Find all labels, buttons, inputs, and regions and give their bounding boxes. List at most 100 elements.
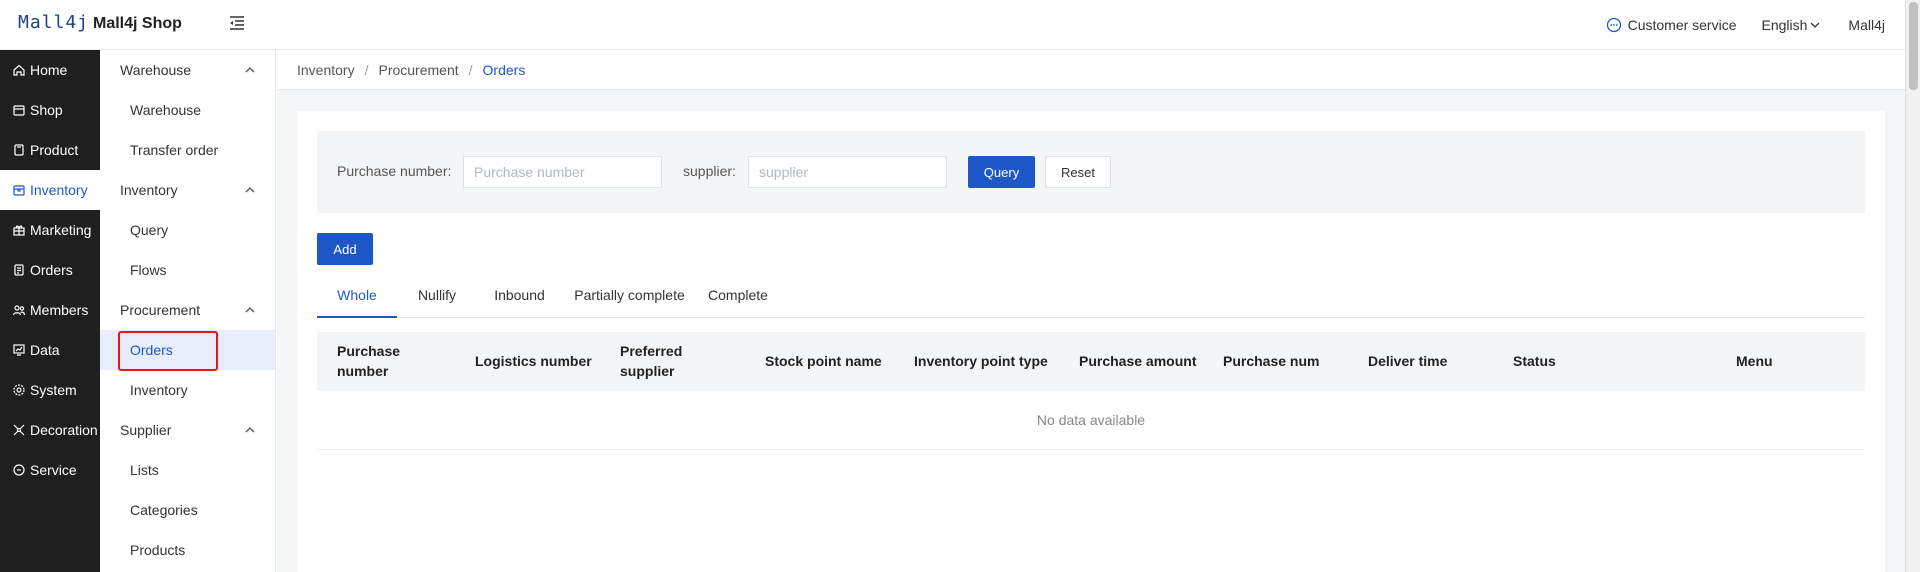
subnav-item-orders[interactable]: Orders [100,330,275,371]
highlight-box [118,331,218,371]
orders-table: Purchase number Logistics number Preferred… [317,332,1865,450]
purchase-number-input[interactable] [463,156,662,188]
subnav-group-warehouse[interactable]: Warehouse [100,50,275,90]
nav-item-decoration[interactable]: Decoration [0,410,100,450]
subnav-item-label: Inventory [130,382,188,398]
breadcrumb: Inventory / Procurement / Orders [277,50,1905,90]
nav-item-label: Shop [30,102,63,118]
subnav-item-categories[interactable]: Categories [100,490,275,530]
purchase-number-label: Purchase number: [337,163,452,179]
breadcrumb-orders: Orders [482,61,526,78]
nav-item-label: Product [30,142,79,158]
chevron-up-icon [245,307,255,313]
content-panel: Purchase number: supplier: Query Reset A… [297,111,1885,572]
subnav-group-label: Supplier [120,422,172,438]
chevron-up-icon [245,427,255,433]
chat-bubble-icon [1606,17,1621,33]
chevron-down-icon [1810,22,1820,28]
breadcrumb-procurement[interactable]: Procurement [378,62,458,78]
user-menu[interactable]: Mall4j [1848,17,1885,33]
tab-inbound[interactable]: Inbound [477,278,562,318]
subnav-group-label: Inventory [120,182,178,198]
column-header-purchase-number: Purchase number [337,343,401,379]
tab-partially-complete[interactable]: Partially complete [562,278,697,318]
empty-state: No data available [317,390,1865,450]
tab-complete[interactable]: Complete [697,278,779,318]
nav-item-shop[interactable]: Shop [0,90,100,130]
supplier-input[interactable] [748,156,947,188]
subnav-item-label: Transfer order [130,142,219,158]
add-button[interactable]: Add [317,233,373,265]
subnav-item-warehouse[interactable]: Warehouse [100,90,275,130]
logo: Mall4j [18,12,90,33]
customer-service-label: Customer service [1627,17,1737,33]
home-icon [13,64,25,76]
nav-item-marketing[interactable]: Marketing [0,210,100,250]
subnav-group-supplier[interactable]: Supplier [100,410,275,450]
subnav-group-inventory[interactable]: Inventory [100,170,275,210]
shop-name: Mall4j Shop [93,15,182,32]
nav-item-label: Home [30,62,68,78]
members-icon [12,305,26,316]
nav-item-label: Inventory [30,182,88,198]
nav-item-label: Data [30,342,60,358]
supplier-label: supplier: [683,163,736,179]
column-header-stock-point-name: Stock point name [765,353,882,369]
subnav-group-procurement[interactable]: Procurement [100,290,275,330]
column-header-status: Status [1513,353,1556,369]
secondary-sidebar: Warehouse Warehouse Transfer order Inventor… [100,50,276,572]
nav-item-members[interactable]: Members [0,290,100,330]
reset-button[interactable]: Reset [1045,156,1111,188]
breadcrumb-separator: / [364,61,369,78]
palette-icon [13,424,25,436]
shop-icon [13,105,25,116]
nav-item-label: System [30,382,77,398]
gear-icon [13,384,25,396]
nav-item-service[interactable]: Service [0,450,100,490]
nav-item-label: Members [30,302,89,318]
breadcrumb-separator: / [468,61,473,78]
subnav-item-label: Products [130,542,186,558]
nav-item-label: Service [30,462,77,478]
subnav-item-query[interactable]: Query [100,210,275,250]
gift-icon [13,225,25,236]
language-selector[interactable]: English [1762,17,1821,33]
chart-icon [13,344,25,356]
breadcrumb-inventory[interactable]: Inventory [297,62,355,78]
subnav-item-label: Flows [130,262,167,278]
subnav-item-transfer-order[interactable]: Transfer order [100,130,275,170]
subnav-item-label: Lists [130,462,159,478]
nav-item-system[interactable]: System [0,370,100,410]
nav-item-label: Marketing [30,222,92,238]
query-button[interactable]: Query [968,156,1035,188]
nav-item-home[interactable]: Home [0,50,100,90]
tab-whole[interactable]: Whole [317,278,397,318]
column-header-purchase-amount: Purchase amount [1079,353,1197,369]
table-header: Purchase number Logistics number Preferred… [317,332,1865,390]
column-header-menu: Menu [1736,353,1773,369]
subnav-item-flows[interactable]: Flows [100,250,275,290]
subnav-item-products[interactable]: Products [100,530,275,570]
column-header-logistics-number: Logistics number [475,353,592,369]
nav-item-data[interactable]: Data [0,330,100,370]
tab-nullify[interactable]: Nullify [397,278,477,318]
chevron-up-icon [245,187,255,193]
product-icon [14,144,24,156]
menu-collapse-icon[interactable] [228,15,246,31]
subnav-item-label: Categories [130,502,198,518]
nav-item-label: Orders [30,262,73,278]
subnav-item-inventory[interactable]: Inventory [100,370,275,410]
language-label: English [1761,17,1808,33]
page-scrollbar[interactable] [1905,0,1920,572]
search-form: Purchase number: supplier: Query Reset [317,131,1865,213]
nav-item-product[interactable]: Product [0,130,100,170]
nav-item-label: Decoration [30,422,98,438]
customer-service-link[interactable]: Customer service [1606,17,1737,33]
column-header-inventory-point-type: Inventory point type [914,353,1048,369]
nav-item-inventory[interactable]: Inventory [0,170,100,210]
nav-item-orders[interactable]: Orders [0,250,100,290]
primary-sidebar: Home Shop Product Inventory Marketing Orders M… [0,50,100,572]
scrollbar-thumb[interactable] [1909,2,1918,90]
subnav-item-lists[interactable]: Lists [100,450,275,490]
column-header-deliver-time: Deliver time [1368,353,1448,369]
